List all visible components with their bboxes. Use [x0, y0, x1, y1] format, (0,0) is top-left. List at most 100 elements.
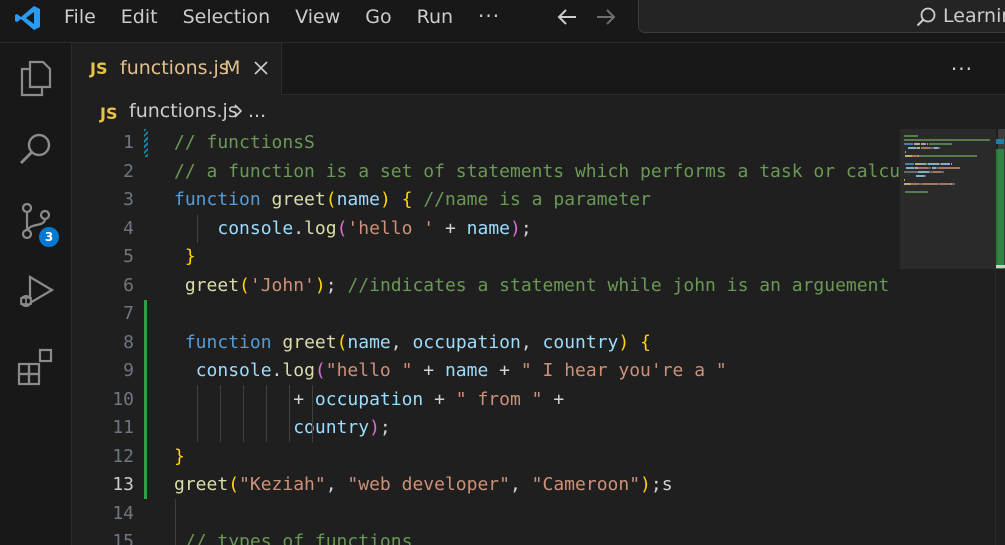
- scrollbar-cursor-marker: [996, 265, 1005, 268]
- minimap-line: [940, 183, 952, 185]
- code-editor[interactable]: 1 // functionsS 2 // a function is a set of…: [72, 129, 900, 545]
- menu-selection[interactable]: Selection: [183, 6, 271, 28]
- menu-bar: File Edit Selection View Go Run ···: [64, 6, 500, 28]
- code-token: name: [336, 189, 380, 210]
- code-text: greet("Keziah", "web developer", "Camero…: [174, 471, 673, 500]
- code-line[interactable]: 7: [72, 300, 900, 329]
- code-line[interactable]: 15 // types of functions: [72, 528, 900, 545]
- minimap-line: [918, 171, 930, 173]
- minimap-line: [932, 171, 942, 173]
- code-token: {: [640, 331, 651, 353]
- code-line[interactable]: 8 function greet(name, occupation, count…: [72, 329, 900, 358]
- minimap-line: [905, 163, 914, 165]
- code-token: // functionsS: [174, 132, 315, 153]
- code-line[interactable]: 13 greet("Keziah", "web developer", "Came…: [72, 471, 900, 500]
- menu-go[interactable]: Go: [365, 6, 391, 28]
- vscode-logo-icon[interactable]: [14, 4, 42, 32]
- vertical-scrollbar[interactable]: [995, 129, 1005, 545]
- line-number: 3: [123, 189, 134, 210]
- code-token: // types of functions: [184, 531, 413, 545]
- code-token: (: [228, 474, 240, 495]
- menu-run[interactable]: Run: [417, 6, 453, 28]
- minimap-line: [927, 143, 929, 145]
- editor-more-actions-icon[interactable]: ···: [951, 57, 973, 81]
- code-token: +: [488, 360, 521, 381]
- code-line[interactable]: 12}: [72, 443, 900, 472]
- code-token: name: [347, 331, 391, 353]
- breadcrumb-symbol[interactable]: ...: [248, 100, 266, 122]
- code-token: (: [239, 274, 250, 296]
- menu-view[interactable]: View: [295, 6, 340, 28]
- code-token: name: [466, 217, 510, 239]
- code-token: ,: [390, 331, 413, 353]
- close-icon[interactable]: [252, 59, 270, 77]
- minimap-line: [921, 147, 931, 149]
- minimap-line: [904, 139, 990, 141]
- code-token: (: [336, 217, 348, 239]
- code-line[interactable]: 6 greet('John'); //indicates a statement…: [72, 272, 900, 301]
- line-number: 8: [123, 331, 134, 353]
- search-icon: [916, 7, 936, 27]
- search-label: Learning: [943, 5, 1005, 27]
- minimap[interactable]: [900, 129, 1005, 545]
- line-number: 12: [112, 445, 134, 467]
- minimap-line: [924, 143, 926, 145]
- tab-filename: functions.js: [120, 57, 229, 79]
- code-token: ): [618, 331, 630, 353]
- code-line[interactable]: 9 console.log("hello " + name + " I hear…: [72, 357, 900, 386]
- code-token: ;: [325, 274, 348, 296]
- code-token: //indicates a statement while john is an…: [347, 274, 890, 296]
- indent-guide: [220, 385, 221, 442]
- minimap-line: [911, 155, 919, 157]
- breadcrumb-file[interactable]: functions.js: [129, 100, 238, 122]
- gutter-modified-marker: [144, 300, 147, 499]
- breadcrumb: JS functions.js ...: [72, 95, 1005, 129]
- minimap-line: [951, 163, 953, 165]
- code-text: country);: [174, 414, 391, 443]
- run-debug-icon[interactable]: [16, 271, 56, 311]
- code-line[interactable]: 2 // a function is a set of statements wh…: [72, 158, 900, 187]
- tab-functions-js[interactable]: JS functions.js M: [72, 43, 282, 95]
- line-number: 7: [123, 303, 134, 324]
- line-number: 4: [123, 217, 134, 239]
- js-file-icon: JS: [90, 59, 108, 78]
- minimap-line: [929, 143, 953, 145]
- indent-guide: [266, 385, 267, 442]
- title-bar: File Edit Selection View Go Run ··· Lear…: [0, 0, 1005, 43]
- menu-file[interactable]: File: [64, 6, 96, 28]
- scrollbar-change-marker: [996, 139, 1004, 144]
- search-icon[interactable]: [16, 129, 56, 169]
- minimap-line: [941, 163, 950, 165]
- code-line[interactable]: 3 function greet(name) { //name is a para…: [72, 186, 900, 215]
- menu-edit[interactable]: Edit: [121, 6, 158, 28]
- minimap-line: [904, 143, 913, 145]
- code-token: log: [304, 217, 337, 239]
- menu-more-icon[interactable]: ···: [478, 6, 500, 28]
- code-line[interactable]: 1 // functionsS: [72, 129, 900, 158]
- extensions-icon[interactable]: [16, 346, 56, 386]
- code-token: occupation: [314, 388, 424, 410]
- line-number: 10: [112, 388, 134, 410]
- indent-guide: [197, 215, 198, 243]
- code-text: console.log("hello " + name + " I hear y…: [174, 357, 727, 386]
- code-token: function: [184, 331, 272, 353]
- code-token: //name is a parameter: [423, 189, 651, 210]
- minimap-line: [916, 175, 924, 177]
- code-token: }: [184, 246, 196, 267]
- command-center-search[interactable]: Learning: [638, 0, 1005, 33]
- code-token: " from ": [455, 388, 543, 410]
- code-line[interactable]: 14: [72, 500, 900, 529]
- back-arrow-icon[interactable]: [555, 6, 579, 28]
- minimap-line: [928, 163, 940, 165]
- code-text: // functionsS: [174, 129, 315, 158]
- minimap-slider[interactable]: [900, 129, 997, 269]
- forward-arrow-icon[interactable]: [594, 6, 618, 28]
- code-token: country: [542, 331, 619, 353]
- minimap-line: [905, 151, 907, 153]
- code-line[interactable]: 5 }: [72, 243, 900, 272]
- explorer-icon[interactable]: [16, 58, 56, 98]
- line-number: 9: [123, 360, 134, 381]
- modified-indicator: M: [224, 57, 241, 79]
